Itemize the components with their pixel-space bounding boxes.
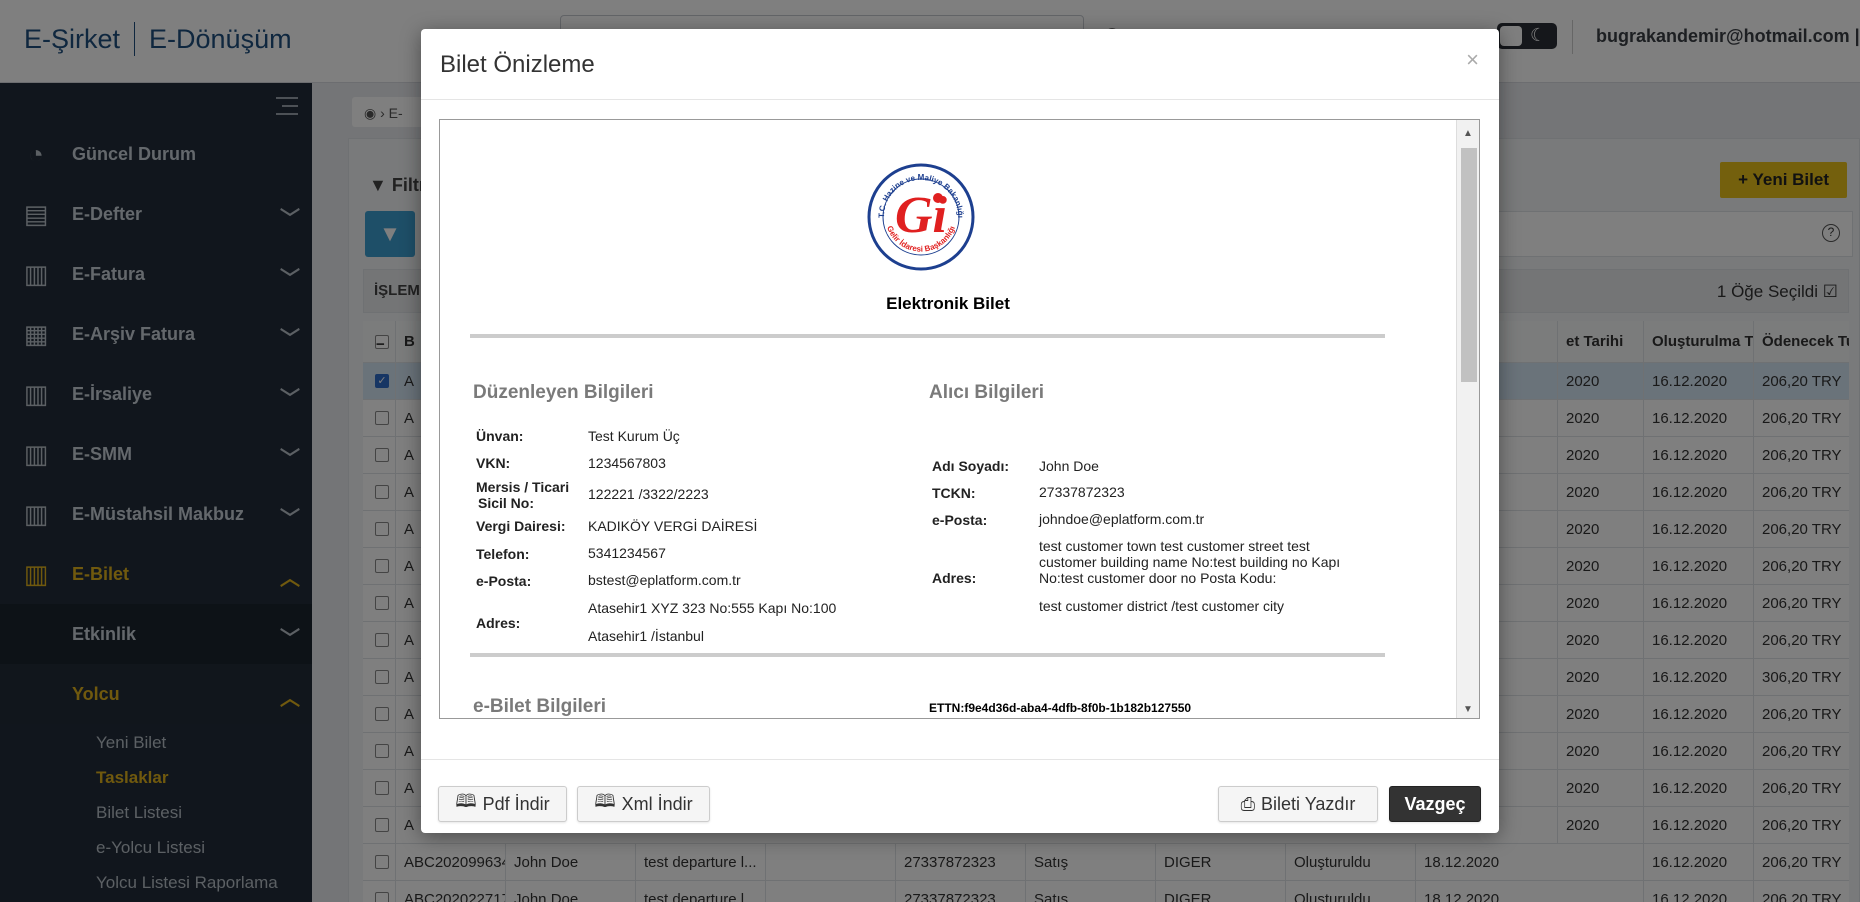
scroll-thumb[interactable] xyxy=(1461,148,1477,382)
print-ticket-button[interactable]: ⎙ Bileti Yazdır xyxy=(1218,786,1378,822)
issuer-vkn: 1234567803 xyxy=(588,455,666,471)
ticket-preview-modal: Bilet Önizleme × Gi T.C. Hazine ve Maliy… xyxy=(421,29,1499,833)
scroll-up-icon[interactable]: ▲ xyxy=(1463,128,1473,139)
modal-footer: 🕮 Pdf İndir 🕮 Xml İndir ⎙ Bileti Yazdır Vaz… xyxy=(421,759,1499,833)
issuer-mersis-label: Mersis / Ticari xyxy=(476,479,570,495)
cancel-button[interactable]: Vazgeç xyxy=(1389,786,1481,822)
buyer-email-label: e-Posta: xyxy=(932,512,988,528)
buyer-tckn-label: TCKN: xyxy=(932,485,976,501)
issuer-phone-label: Telefon: xyxy=(476,546,530,562)
scroll-down-icon[interactable]: ▼ xyxy=(1463,704,1473,715)
close-icon[interactable]: × xyxy=(1466,47,1479,73)
issuer-unvan: Test Kurum Üç xyxy=(588,428,680,444)
buyer-email: johndoe@eplatform.com.tr xyxy=(1039,511,1205,527)
buyer-section-title: Alıcı Bilgileri xyxy=(929,382,1045,403)
issuer-section-title: Düzenleyen Bilgileri xyxy=(473,382,654,403)
issuer-address-label: Adres: xyxy=(476,615,521,631)
issuer-phone: 5341234567 xyxy=(588,545,666,561)
issuer-email-label: e-Posta: xyxy=(476,573,532,589)
modal-title: Bilet Önizleme xyxy=(440,51,595,78)
pdf-download-button[interactable]: 🕮 Pdf İndir xyxy=(438,786,567,822)
buyer-name-label: Adı Soyadı: xyxy=(932,458,1010,474)
xml-download-button[interactable]: 🕮 Xml İndir xyxy=(577,786,710,822)
issuer-tax-office-label: Vergi Dairesi: xyxy=(476,518,566,534)
ebilet-section-title: e-Bilet Bilgileri xyxy=(473,696,607,717)
ettn-value: ETTN:f9e4d36d-aba4-4dfb-8f0b-1b182b12755… xyxy=(929,701,1192,715)
buyer-address-line4: test customer district /test customer ci… xyxy=(1039,598,1285,614)
buyer-tckn: 27337872323 xyxy=(1039,484,1125,500)
issuer-address-line2: Atasehir1 /İstanbul xyxy=(588,628,704,644)
issuer-mersis-label-2: Sicil No: xyxy=(478,495,535,511)
ticket-document: Gi T.C. Hazine ve Maliye Bakanlığı Gelir… xyxy=(440,120,1456,718)
gib-logo-icon: Gi T.C. Hazine ve Maliye Bakanlığı Gelir… xyxy=(867,163,975,271)
issuer-email: bstest@eplatform.com.tr xyxy=(588,572,741,588)
document-title: Elektronik Bilet xyxy=(886,294,1010,313)
buyer-address-line3: No:test customer door no Posta Kodu: xyxy=(1039,570,1277,586)
issuer-tax-office: KADIKÖY VERGİ DAİRESİ xyxy=(588,518,758,534)
issuer-vkn-label: VKN: xyxy=(476,455,511,471)
printer-icon: ⎙ xyxy=(1240,793,1255,814)
issuer-mersis: 122221 /3322/2223 xyxy=(588,486,709,502)
issuer-unvan-label: Ünvan: xyxy=(476,428,524,444)
preview-frame[interactable]: Gi T.C. Hazine ve Maliye Bakanlığı Gelir… xyxy=(439,119,1480,719)
buyer-address-label: Adres: xyxy=(932,570,977,586)
preview-scrollbar[interactable]: ▲ ▼ xyxy=(1456,120,1479,718)
buyer-address-line2: customer building name No:test building … xyxy=(1039,554,1341,570)
book-open-icon: 🕮 xyxy=(455,791,477,811)
book-open-icon: 🕮 xyxy=(594,791,616,811)
issuer-address-line1: Atasehir1 XYZ 323 No:555 Kapı No:100 xyxy=(588,600,837,616)
buyer-address-line1: test customer town test customer street … xyxy=(1039,538,1310,554)
buyer-name: John Doe xyxy=(1039,458,1099,474)
